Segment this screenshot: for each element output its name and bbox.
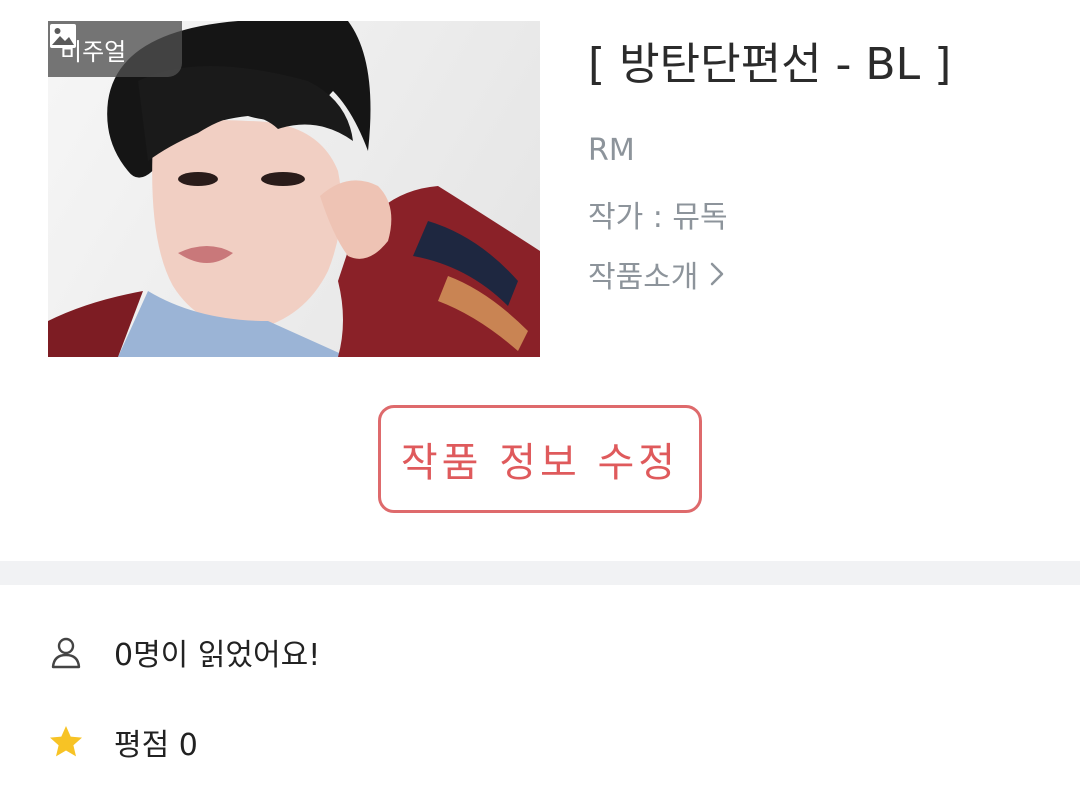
person-icon — [51, 637, 81, 669]
chevron-right-icon — [711, 262, 724, 286]
readers-count-text: 0명이 읽었어요! — [114, 638, 321, 673]
section-divider — [0, 561, 1080, 585]
work-intro-label: 작품소개 — [588, 260, 699, 295]
work-intro-link[interactable]: 작품소개 — [588, 252, 728, 296]
readers-count: 0명이 읽었어요! — [48, 630, 320, 674]
cover-image[interactable]: 비주얼 — [48, 21, 540, 357]
publisher-name[interactable]: RM — [588, 133, 635, 168]
image-icon — [50, 24, 76, 48]
rating: 평점 0 — [48, 720, 198, 764]
work-title: [ 방탄단편선 - BL ] — [588, 39, 952, 90]
edit-work-info-button[interactable]: 작품 정보 수정 — [378, 405, 702, 513]
author-name[interactable]: 작가 : 뮤독 — [588, 192, 728, 236]
rating-text: 평점 0 — [114, 728, 198, 763]
visual-badge[interactable]: 비주얼 — [48, 21, 182, 77]
work-detail-page: 비주얼 [ 방탄단편선 - BL ] RM 작가 : 뮤독 작품소개 작품 정보… — [0, 0, 1080, 810]
star-icon — [50, 726, 82, 757]
